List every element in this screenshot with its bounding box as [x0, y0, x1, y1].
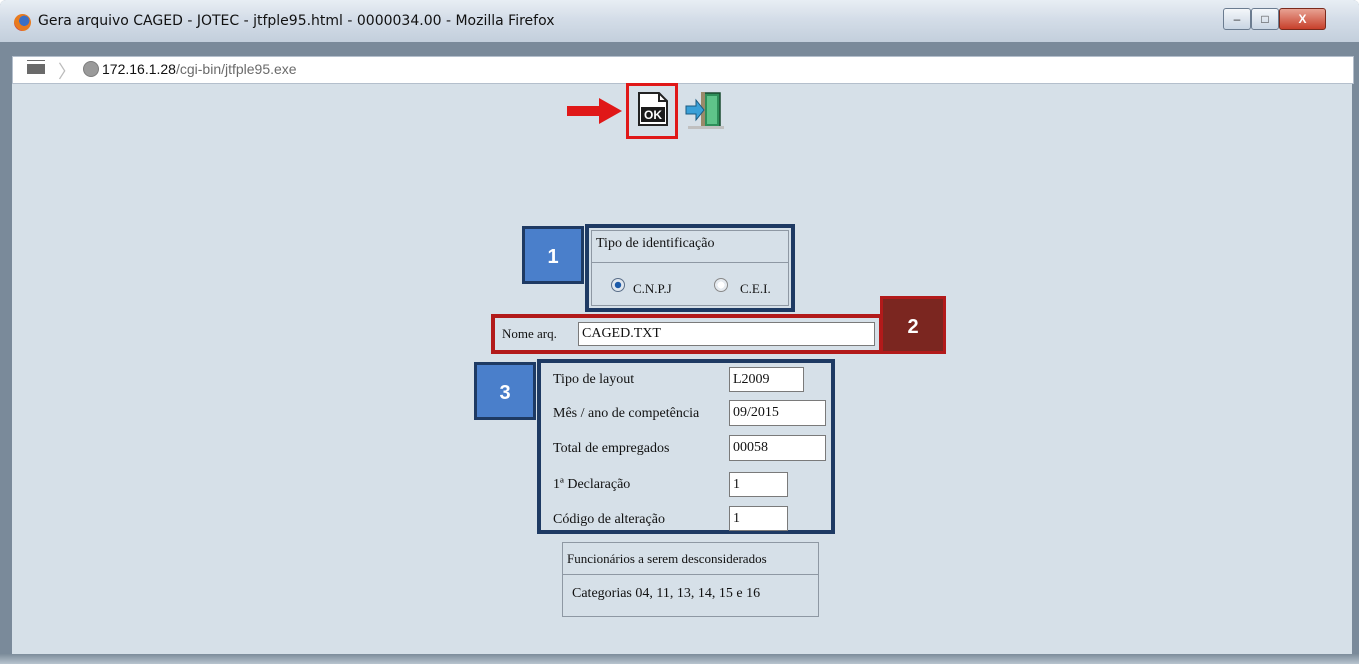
radio-cei[interactable] [714, 278, 728, 292]
mes-ano-input[interactable] [729, 400, 826, 426]
primeira-declaracao-label: 1ª Declaração [553, 477, 631, 493]
maximize-button[interactable]: □ [1251, 8, 1279, 30]
radio-cei-label: C.E.I. [740, 281, 771, 297]
close-button[interactable]: X [1279, 8, 1326, 30]
codigo-alteracao-input[interactable] [729, 506, 788, 531]
divider [592, 262, 788, 263]
primeira-declaracao-input[interactable] [729, 472, 788, 497]
badge-1: 1 [522, 226, 584, 284]
tipo-identificacao-legend: Tipo de identificação [596, 236, 715, 252]
radio-cnpj-label: C.N.P.J [633, 281, 672, 297]
title-bar: Gera arquivo CAGED - JOTEC - jtfple95.ht… [0, 0, 1359, 42]
firefox-icon [14, 14, 31, 31]
tipo-layout-label: Tipo de layout [553, 372, 635, 388]
page-icon [27, 60, 45, 74]
divider [563, 574, 818, 575]
nome-arq-label: Nome arq. [502, 326, 557, 342]
funcionarios-text: Categorias 04, 11, 13, 14, 15 e 16 [572, 586, 761, 602]
globe-icon [83, 61, 99, 77]
window-title: Gera arquivo CAGED - JOTEC - jtfple95.ht… [38, 13, 555, 29]
funcionarios-legend: Funcionários a serem desconsiderados [567, 551, 767, 567]
url-host: 172.16.1.28 [102, 61, 176, 77]
ok-label: OK [644, 108, 662, 122]
exit-door-icon[interactable] [684, 90, 728, 130]
minimize-button[interactable]: – [1223, 8, 1251, 30]
url-path: /cgi-bin/jtfple95.exe [175, 61, 297, 77]
nome-arq-input[interactable] [578, 322, 875, 346]
red-arrow-icon [567, 98, 622, 124]
browser-window: Gera arquivo CAGED - JOTEC - jtfple95.ht… [0, 0, 1359, 664]
mes-ano-label: Mês / ano de competência [553, 406, 700, 422]
badge-2: 2 [880, 296, 946, 354]
chevron-right-icon: 〉 [58, 62, 76, 83]
window-bottom-edge [0, 654, 1359, 664]
ok-button[interactable]: OK [638, 92, 668, 126]
total-empregados-input[interactable] [729, 435, 826, 461]
tipo-layout-input[interactable] [729, 367, 804, 392]
codigo-alteracao-label: Código de alteração [553, 512, 665, 528]
url-text[interactable]: 172.16.1.28/cgi-bin/jtfple95.exe [102, 61, 297, 77]
total-empregados-label: Total de empregados [553, 441, 670, 457]
badge-3: 3 [474, 362, 536, 420]
radio-cnpj[interactable] [611, 278, 625, 292]
